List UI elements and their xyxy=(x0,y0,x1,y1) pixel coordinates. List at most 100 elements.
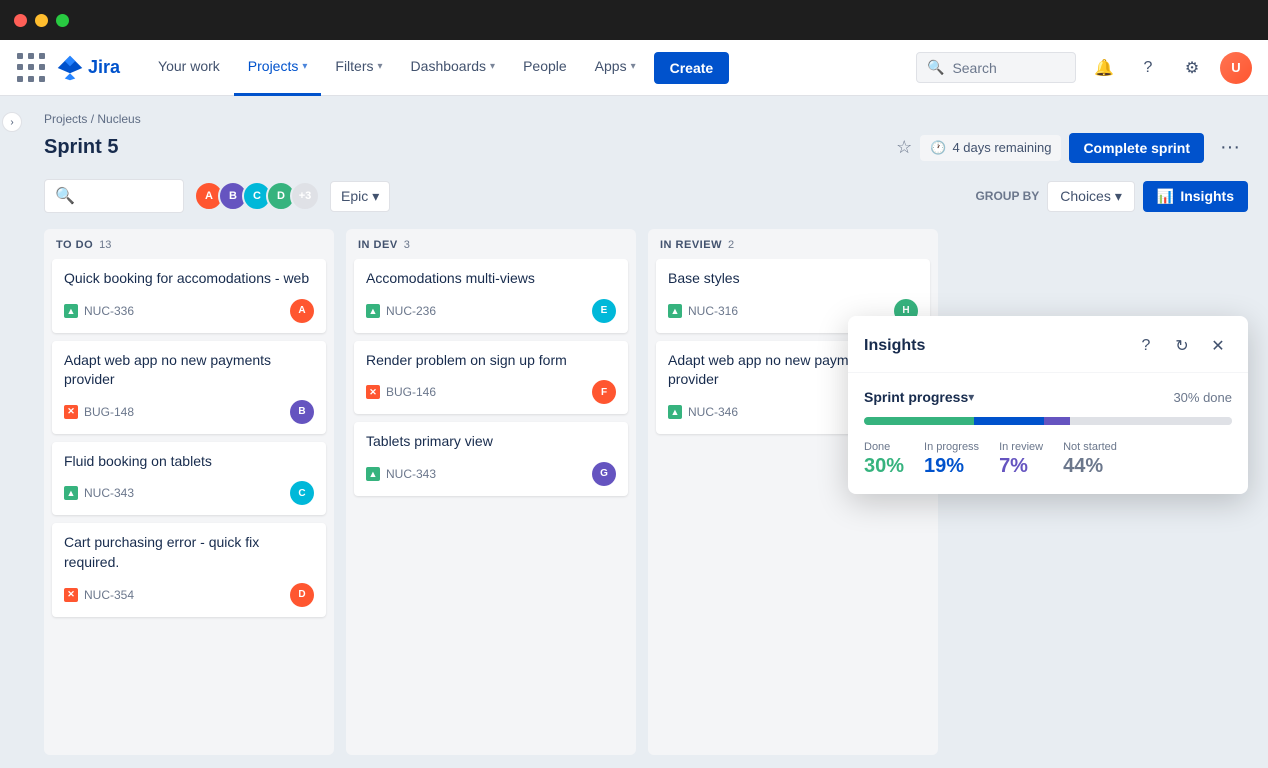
bug-icon-3: ✕ xyxy=(366,385,380,399)
close-button[interactable] xyxy=(14,14,27,27)
help-button[interactable]: ? xyxy=(1132,52,1164,84)
card-nuc343-dev-avatar: G xyxy=(592,462,616,486)
stat-inreview: In review 7% xyxy=(999,441,1043,478)
card-nuc236-footer: ▲ NUC-236 E xyxy=(366,299,616,323)
topnav: Jira Your work Projects ▾ Filters ▾ Dash… xyxy=(0,40,1268,96)
progress-bar xyxy=(864,417,1232,425)
story-icon-2: ▲ xyxy=(64,486,78,500)
pb-inprogress xyxy=(974,417,1044,425)
breadcrumb-nucleus[interactable]: Nucleus xyxy=(97,112,140,126)
card-bug148-meta: ✕ BUG-148 xyxy=(64,405,134,419)
nav-your-work[interactable]: Your work xyxy=(144,40,234,96)
card-bug146-title: Render problem on sign up form xyxy=(366,351,616,371)
insights-body: Sprint progress ▾ 30% done Done 30% In p… xyxy=(848,373,1248,494)
complete-sprint-button[interactable]: Complete sprint xyxy=(1069,133,1204,163)
card-nuc343-todo-id: NUC-343 xyxy=(84,486,134,500)
insights-label: Insights xyxy=(1180,188,1234,204)
card-nuc343-todo-footer: ▲ NUC-343 C xyxy=(64,481,314,505)
card-nuc336-title: Quick booking for accomodations - web xyxy=(64,269,314,289)
sidebar-toggle[interactable]: › xyxy=(0,96,24,768)
days-remaining-text: 4 days remaining xyxy=(952,140,1051,155)
card-bug148[interactable]: Adapt web app no new payments provider ✕… xyxy=(52,341,326,434)
story-icon-5: ▲ xyxy=(668,304,682,318)
choices-button[interactable]: Choices ▾ xyxy=(1047,181,1135,212)
card-nuc354-meta: ✕ NUC-354 xyxy=(64,588,134,602)
card-nuc354-id: NUC-354 xyxy=(84,588,134,602)
board-search[interactable]: 🔍 xyxy=(44,179,184,213)
column-indev: IN DEV 3 Accomodations multi-views ▲ NUC… xyxy=(346,229,636,755)
create-button[interactable]: Create xyxy=(654,52,730,84)
inreview-title: IN REVIEW xyxy=(660,239,722,251)
insights-panel-header: Insights ? ↻ ✕ xyxy=(848,316,1248,373)
nav-filters[interactable]: Filters ▾ xyxy=(321,40,396,96)
stat-notstarted: Not started 44% xyxy=(1063,441,1117,478)
card-nuc354-footer: ✕ NUC-354 D xyxy=(64,583,314,607)
stat-inprogress: In progress 19% xyxy=(924,441,979,478)
jira-logo[interactable]: Jira xyxy=(56,54,120,82)
star-button[interactable]: ☆ xyxy=(896,137,912,158)
notstarted-label: Not started xyxy=(1063,441,1117,453)
card-nuc236[interactable]: Accomodations multi-views ▲ NUC-236 E xyxy=(354,259,628,333)
insights-panel: Insights ? ↻ ✕ Sprint progress ▾ 30% don… xyxy=(848,316,1248,494)
card-nuc236-id: NUC-236 xyxy=(386,304,436,318)
nav-projects[interactable]: Projects ▾ xyxy=(234,40,322,96)
card-nuc354-title: Cart purchasing error - quick fix requir… xyxy=(64,533,314,572)
card-nuc343-todo[interactable]: Fluid booking on tablets ▲ NUC-343 C xyxy=(52,442,326,516)
nav-people[interactable]: People xyxy=(509,40,581,96)
card-bug146-avatar: F xyxy=(592,380,616,404)
card-nuc343-dev[interactable]: Tablets primary view ▲ NUC-343 G xyxy=(354,422,628,496)
sprint-progress-chevron-icon[interactable]: ▾ xyxy=(968,390,974,404)
notifications-button[interactable]: 🔔 xyxy=(1088,52,1120,84)
pb-notstarted xyxy=(1070,417,1232,425)
card-nuc343-todo-meta: ▲ NUC-343 xyxy=(64,486,134,500)
sprint-progress-header: Sprint progress ▾ 30% done xyxy=(864,389,1232,405)
avatar-overflow[interactable]: +3 xyxy=(290,181,320,211)
done-label: Done xyxy=(864,441,904,453)
insights-header-actions: ? ↻ ✕ xyxy=(1132,332,1232,360)
todo-header: TO DO 13 xyxy=(44,229,334,259)
jira-label: Jira xyxy=(88,57,120,78)
more-options-button[interactable]: ··· xyxy=(1212,132,1248,163)
projects-chevron-icon: ▾ xyxy=(302,61,307,72)
card-bug148-title: Adapt web app no new payments provider xyxy=(64,351,314,390)
card-nuc336-avatar: A xyxy=(290,299,314,323)
header-actions: ☆ 🕐 4 days remaining Complete sprint ··· xyxy=(896,132,1248,163)
settings-button[interactable]: ⚙ xyxy=(1176,52,1208,84)
insights-refresh-button[interactable]: ↻ xyxy=(1168,332,1196,360)
card-bug146-meta: ✕ BUG-146 xyxy=(366,385,436,399)
minimize-button[interactable] xyxy=(35,14,48,27)
story-icon-4: ▲ xyxy=(366,467,380,481)
nav-links: Your work Projects ▾ Filters ▾ Dashboard… xyxy=(144,40,650,96)
insights-close-button[interactable]: ✕ xyxy=(1204,332,1232,360)
apps-grid-icon[interactable] xyxy=(16,52,48,84)
column-todo: TO DO 13 Quick booking for accomodations… xyxy=(44,229,334,755)
card-nuc343-dev-id: NUC-343 xyxy=(386,467,436,481)
indev-title: IN DEV xyxy=(358,239,398,251)
todo-count: 13 xyxy=(99,239,111,251)
inprogress-label: In progress xyxy=(924,441,979,453)
nav-dashboards[interactable]: Dashboards ▾ xyxy=(397,40,510,96)
card-nuc343-todo-title: Fluid booking on tablets xyxy=(64,452,314,472)
page-header: Sprint 5 ☆ 🕐 4 days remaining Complete s… xyxy=(44,132,1248,163)
card-nuc354[interactable]: Cart purchasing error - quick fix requir… xyxy=(52,523,326,616)
insights-help-button[interactable]: ? xyxy=(1132,332,1160,360)
inreview-value: 7% xyxy=(999,455,1043,478)
board-search-icon: 🔍 xyxy=(55,186,75,206)
sidebar-collapse-icon[interactable]: › xyxy=(2,112,22,132)
dashboards-chevron-icon: ▾ xyxy=(490,61,495,72)
story-icon-6: ▲ xyxy=(668,405,682,419)
epic-button[interactable]: Epic ▾ xyxy=(330,181,390,212)
days-remaining: 🕐 4 days remaining xyxy=(920,135,1061,161)
epic-label: Epic xyxy=(341,188,368,204)
search-box[interactable]: 🔍 Search xyxy=(916,52,1076,83)
pb-done xyxy=(864,417,974,425)
user-avatar[interactable]: U xyxy=(1220,52,1252,84)
card-nuc336[interactable]: Quick booking for accomodations - web ▲ … xyxy=(52,259,326,333)
maximize-button[interactable] xyxy=(56,14,69,27)
indev-header: IN DEV 3 xyxy=(346,229,636,259)
insights-button[interactable]: 📊 Insights xyxy=(1143,181,1248,212)
breadcrumb-projects[interactable]: Projects xyxy=(44,112,87,126)
nav-apps[interactable]: Apps ▾ xyxy=(581,40,650,96)
card-bug146[interactable]: Render problem on sign up form ✕ BUG-146… xyxy=(354,341,628,415)
card-nuc236-meta: ▲ NUC-236 xyxy=(366,304,436,318)
